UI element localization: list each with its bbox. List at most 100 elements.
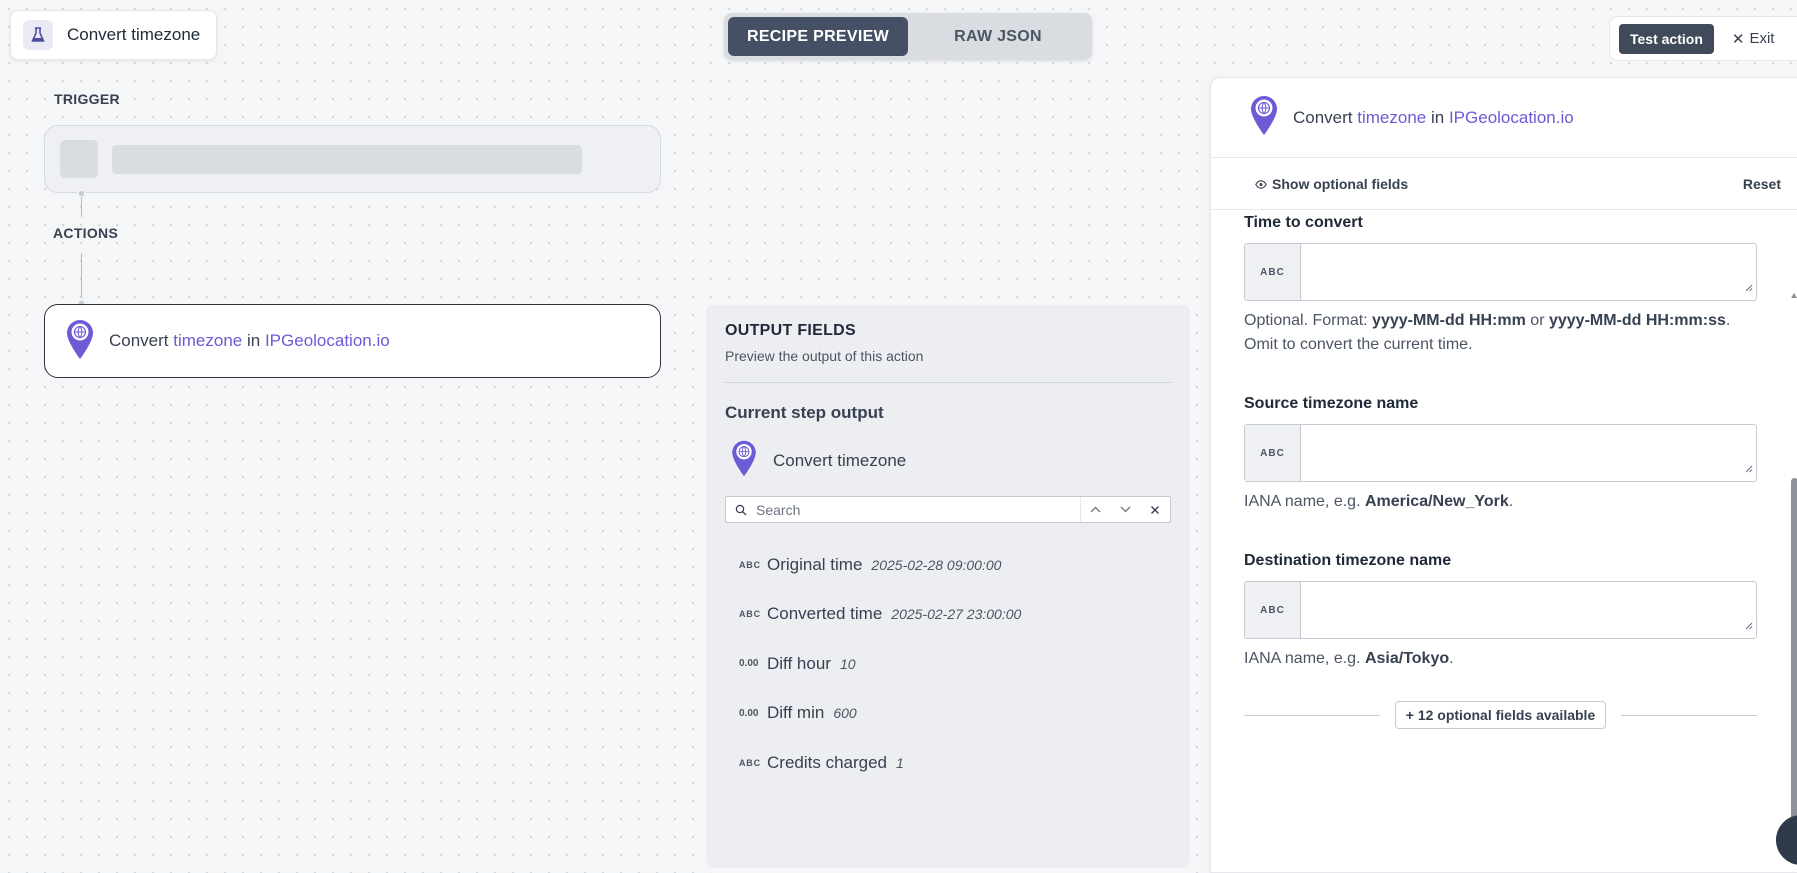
field-destination-timezone: Destination timezone name ABC IANA name,… bbox=[1244, 552, 1757, 671]
list-item[interactable]: 0.00 Diff hour 10 bbox=[725, 639, 1171, 689]
field-label: Destination timezone name bbox=[1244, 552, 1452, 569]
optional-fields-button[interactable]: + 12 optional fields available bbox=[1394, 701, 1607, 729]
field-value: 10 bbox=[839, 655, 856, 672]
trigger-label: TRIGGER bbox=[54, 91, 120, 107]
trigger-icon-placeholder bbox=[60, 140, 98, 178]
field-value: 1 bbox=[896, 754, 904, 771]
show-optional-fields-button[interactable]: Show optional fields bbox=[1255, 176, 1408, 192]
destination-timezone-input[interactable] bbox=[1301, 582, 1756, 638]
list-item[interactable]: ABC Credits charged 1 bbox=[725, 738, 1171, 788]
search-input[interactable] bbox=[756, 497, 1080, 522]
field-value: 2025-02-27 23:00:00 bbox=[891, 606, 1022, 623]
time-to-convert-input[interactable] bbox=[1301, 244, 1756, 300]
flask-icon bbox=[23, 20, 53, 50]
field-label: Diff hour bbox=[767, 653, 831, 673]
output-step-row[interactable]: Convert timezone bbox=[725, 439, 1171, 482]
hint-text: . bbox=[1725, 312, 1731, 329]
output-fields-panel: OUTPUT FIELDS Preview the output of this… bbox=[701, 300, 1195, 873]
list-item[interactable]: ABC Original time 2025-02-28 09:00:00 bbox=[725, 540, 1171, 590]
output-heading: OUTPUT FIELDS bbox=[725, 322, 857, 339]
action-step-title: Convert timezone in IPGeolocation.io bbox=[109, 331, 390, 351]
type-badge: 0.00 bbox=[739, 658, 759, 670]
hint-text: Omit to convert the current time. bbox=[1244, 336, 1473, 353]
clear-search-icon[interactable] bbox=[1140, 497, 1170, 522]
current-step-output-label: Current step output bbox=[725, 403, 884, 422]
type-badge: ABC bbox=[1245, 582, 1301, 638]
resize-handle-icon[interactable] bbox=[1745, 460, 1753, 478]
hint-text: or bbox=[1525, 312, 1549, 329]
scroll-up-arrow-icon[interactable] bbox=[1791, 293, 1797, 298]
field-input-wrapper: ABC bbox=[1244, 581, 1757, 639]
hint-format: yyyy-MM-dd HH:mm bbox=[1372, 312, 1526, 329]
field-hint: IANA name, e.g. Asia/Tokyo. bbox=[1244, 647, 1757, 671]
view-toggle: RECIPE PREVIEW RAW JSON bbox=[724, 13, 1092, 60]
exit-button[interactable]: ✕ Exit bbox=[1732, 30, 1775, 48]
field-input-wrapper: ABC bbox=[1244, 424, 1757, 482]
connector-line bbox=[81, 197, 82, 217]
type-badge: 0.00 bbox=[739, 707, 759, 719]
tab-raw-json[interactable]: RAW JSON bbox=[908, 17, 1088, 56]
config-panel-body: Time to convert ABC Optional. Format: yy… bbox=[1211, 210, 1797, 729]
output-step-name: Convert timezone bbox=[773, 450, 907, 470]
hint-text: . bbox=[1449, 650, 1454, 667]
action-object: timezone bbox=[173, 331, 243, 350]
title-prefix: Convert bbox=[1293, 107, 1353, 127]
divider bbox=[1621, 714, 1757, 716]
type-badge: ABC bbox=[739, 757, 761, 768]
type-badge: ABC bbox=[739, 559, 761, 570]
tab-recipe-preview[interactable]: RECIPE PREVIEW bbox=[728, 17, 908, 56]
reset-button[interactable]: Reset bbox=[1743, 176, 1781, 192]
chevron-up-icon[interactable] bbox=[1080, 497, 1110, 522]
optional-fields-row: + 12 optional fields available bbox=[1244, 701, 1757, 729]
scrollbar-thumb[interactable] bbox=[1791, 478, 1797, 848]
config-panel-header: Convert timezone in IPGeolocation.io bbox=[1211, 78, 1797, 158]
type-badge: ABC bbox=[1245, 244, 1301, 300]
hint-text: Optional. Format: bbox=[1244, 312, 1373, 329]
field-label: Time to convert bbox=[1244, 214, 1363, 231]
hint-example: America/New_York bbox=[1364, 493, 1509, 510]
resize-handle-icon[interactable] bbox=[1745, 279, 1753, 297]
output-subheading: Preview the output of this action bbox=[725, 348, 924, 364]
field-value: 2025-02-28 09:00:00 bbox=[871, 556, 1002, 573]
field-label: Original time bbox=[767, 554, 863, 574]
recipe-title-card: Convert timezone bbox=[10, 10, 217, 60]
show-optional-fields-label: Show optional fields bbox=[1272, 175, 1409, 192]
type-badge: ABC bbox=[739, 609, 761, 620]
search-icon bbox=[726, 504, 756, 516]
field-hint: Optional. Format: yyyy-MM-dd HH:mm or yy… bbox=[1244, 309, 1757, 357]
eye-icon bbox=[1255, 176, 1267, 192]
field-time-to-convert: Time to convert ABC Optional. Format: yy… bbox=[1244, 214, 1757, 357]
config-panel-toolbar: Show optional fields Reset bbox=[1211, 158, 1797, 210]
action-config-panel: Convert timezone in IPGeolocation.io Sho… bbox=[1210, 77, 1797, 873]
action-app: IPGeolocation.io bbox=[264, 331, 390, 350]
action-step-convert-timezone[interactable]: Convert timezone in IPGeolocation.io bbox=[44, 304, 661, 378]
page-title: Convert timezone bbox=[67, 25, 201, 44]
list-item[interactable]: ABC Converted time 2025-02-27 23:00:00 bbox=[725, 590, 1171, 640]
field-hint: IANA name, e.g. America/New_York. bbox=[1244, 490, 1757, 514]
test-action-button[interactable]: Test action bbox=[1619, 23, 1714, 54]
trigger-placeholder[interactable] bbox=[44, 125, 661, 193]
chevron-down-icon[interactable] bbox=[1110, 497, 1140, 522]
action-prefix: Convert bbox=[109, 331, 169, 350]
hint-example: Asia/Tokyo bbox=[1364, 650, 1450, 667]
resize-handle-icon[interactable] bbox=[1745, 617, 1753, 635]
field-label: Credits charged bbox=[767, 752, 888, 772]
field-label: Diff min bbox=[767, 703, 825, 723]
config-panel-scrollbar[interactable] bbox=[1790, 291, 1797, 872]
action-joiner: in bbox=[246, 331, 261, 350]
title-object: timezone bbox=[1357, 107, 1427, 127]
field-label: Converted time bbox=[767, 604, 883, 624]
hint-format: yyyy-MM-dd HH:mm:ss bbox=[1548, 312, 1726, 329]
field-value: 600 bbox=[833, 705, 857, 722]
output-search-box bbox=[725, 496, 1171, 523]
list-item[interactable]: 0.00 Diff min 600 bbox=[725, 689, 1171, 739]
exit-label: Exit bbox=[1749, 30, 1775, 47]
field-source-timezone: Source timezone name ABC IANA name, e.g.… bbox=[1244, 395, 1757, 514]
actions-label: ACTIONS bbox=[53, 225, 119, 241]
trigger-text-placeholder bbox=[112, 145, 582, 174]
title-joiner: in bbox=[1430, 107, 1445, 127]
source-timezone-input[interactable] bbox=[1301, 425, 1756, 481]
type-badge: ABC bbox=[1245, 425, 1301, 481]
close-icon: ✕ bbox=[1731, 30, 1745, 48]
divider bbox=[725, 382, 1171, 383]
